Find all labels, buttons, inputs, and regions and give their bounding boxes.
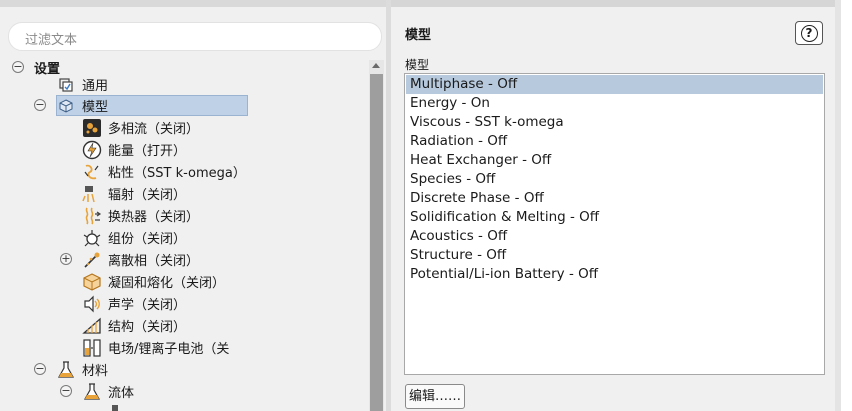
panel-top-bar xyxy=(391,0,835,7)
tree-item-battery[interactable]: 电场/锂离子电池（关 xyxy=(82,337,229,358)
model-item-species[interactable]: Species - Off xyxy=(406,170,823,189)
panel-title: 模型 xyxy=(405,28,432,43)
energy-icon xyxy=(82,140,102,160)
scroll-up-icon[interactable] xyxy=(372,63,380,68)
tree-item-acoustics[interactable]: 声学（关闭） xyxy=(82,293,186,314)
right-edge-scrollbar[interactable] xyxy=(835,0,841,411)
models-panel: 模型 ? 模型 Multiphase - Off Energy - On Vis… xyxy=(391,0,835,411)
tree-item-solidification[interactable]: 凝固和熔化（关闭） xyxy=(82,271,225,292)
tree-item-label: 多相流（关闭） xyxy=(108,122,200,137)
tree-item-label: 通用 xyxy=(82,79,109,94)
discrete-phase-icon xyxy=(82,250,102,270)
tree-item-materials[interactable]: 材料 xyxy=(56,359,108,380)
fluid-flask-icon xyxy=(82,382,102,402)
multiphase-icon xyxy=(82,118,102,138)
collapse-materials-icon[interactable]: − xyxy=(34,363,46,375)
tree-item-label: 辐射（关闭） xyxy=(108,188,187,203)
speaker-icon xyxy=(82,294,102,314)
structure-icon xyxy=(82,316,102,336)
outline-tree: − 设置 通用 − 模型 多相流（关闭） 能量（打开） 粘性（SST k-ome… xyxy=(0,56,369,411)
tree-scrollbar[interactable] xyxy=(369,60,384,411)
tree-item-general[interactable]: 通用 xyxy=(56,74,108,95)
model-item-energy[interactable]: Energy - On xyxy=(406,94,823,113)
tree-item-label: 电场/锂离子电池（关 xyxy=(108,342,230,357)
model-item-discrete-phase[interactable]: Discrete Phase - Off xyxy=(406,189,823,208)
help-icon: ? xyxy=(800,24,818,42)
edit-button[interactable]: 编辑…… xyxy=(405,384,465,409)
solidification-icon xyxy=(82,272,102,292)
tree-item-models[interactable]: 模型 xyxy=(56,95,108,116)
right-edge-panel xyxy=(835,0,852,411)
top-strip xyxy=(0,0,386,7)
model-item-multiphase[interactable]: Multiphase - Off xyxy=(406,75,823,94)
filter-input[interactable]: 过滤文本 xyxy=(8,22,382,51)
tree-item-label: 粘性（SST k-omega） xyxy=(108,166,246,181)
outline-panel: 过滤文本 − 设置 通用 − 模型 多相流（关闭） 能量（打开） 粘性（SST … xyxy=(0,0,386,411)
help-button[interactable]: ? xyxy=(795,21,823,45)
tree-item-label: 换热器（关闭） xyxy=(108,210,200,225)
general-icon xyxy=(56,75,76,95)
tree-item-label: 结构（关闭） xyxy=(108,320,187,335)
cube-icon xyxy=(56,96,76,116)
viscous-icon xyxy=(82,162,102,182)
heat-exchanger-icon xyxy=(82,206,102,226)
tree-item-radiation[interactable]: 辐射（关闭） xyxy=(82,183,186,204)
radiation-icon xyxy=(82,184,102,204)
model-item-radiation[interactable]: Radiation - Off xyxy=(406,132,823,151)
collapse-fluid-icon[interactable]: − xyxy=(60,385,72,397)
tree-item-discrete-phase[interactable]: 离散相（关闭） xyxy=(82,249,199,270)
tree-item-label: 材料 xyxy=(82,364,109,379)
model-item-viscous[interactable]: Viscous - SST k-omega xyxy=(406,113,823,132)
collapse-setup-icon[interactable]: − xyxy=(12,61,24,73)
model-item-acoustics[interactable]: Acoustics - Off xyxy=(406,227,823,246)
models-list-label: 模型 xyxy=(405,58,430,72)
partial-icon xyxy=(108,402,128,411)
tree-item-partial xyxy=(108,401,134,411)
model-item-battery[interactable]: Potential/Li-ion Battery - Off xyxy=(406,265,823,284)
tree-item-label: 组份（关闭） xyxy=(108,232,187,247)
tree-item-label: 模型 xyxy=(82,100,109,115)
expand-discrete-phase-icon[interactable]: + xyxy=(60,253,72,265)
filter-placeholder: 过滤文本 xyxy=(25,33,78,48)
tree-item-label: 流体 xyxy=(108,386,135,401)
tree-item-multiphase[interactable]: 多相流（关闭） xyxy=(82,117,199,138)
model-item-solidification[interactable]: Solidification & Melting - Off xyxy=(406,208,823,227)
tree-item-heat-exchanger[interactable]: 换热器（关闭） xyxy=(82,205,199,226)
tree-item-energy[interactable]: 能量（打开） xyxy=(82,139,186,160)
model-item-structure[interactable]: Structure - Off xyxy=(406,246,823,265)
tree-item-structure[interactable]: 结构（关闭） xyxy=(82,315,186,336)
models-list[interactable]: Multiphase - Off Energy - On Viscous - S… xyxy=(404,73,825,375)
model-item-heat-exchanger[interactable]: Heat Exchanger - Off xyxy=(406,151,823,170)
species-icon xyxy=(82,228,102,248)
battery-icon xyxy=(82,338,102,358)
tree-item-fluid[interactable]: 流体 xyxy=(82,381,134,402)
tree-item-label: 凝固和熔化（关闭） xyxy=(108,276,226,291)
scroll-thumb[interactable] xyxy=(370,74,383,411)
tree-item-label: 声学（关闭） xyxy=(108,298,187,313)
tree-item-species[interactable]: 组份（关闭） xyxy=(82,227,186,248)
collapse-models-icon[interactable]: − xyxy=(34,99,46,111)
tree-item-viscous[interactable]: 粘性（SST k-omega） xyxy=(82,161,246,182)
tree-item-label: 能量（打开） xyxy=(108,144,187,159)
flask-icon xyxy=(56,360,76,380)
tree-item-label: 离散相（关闭） xyxy=(108,254,200,269)
